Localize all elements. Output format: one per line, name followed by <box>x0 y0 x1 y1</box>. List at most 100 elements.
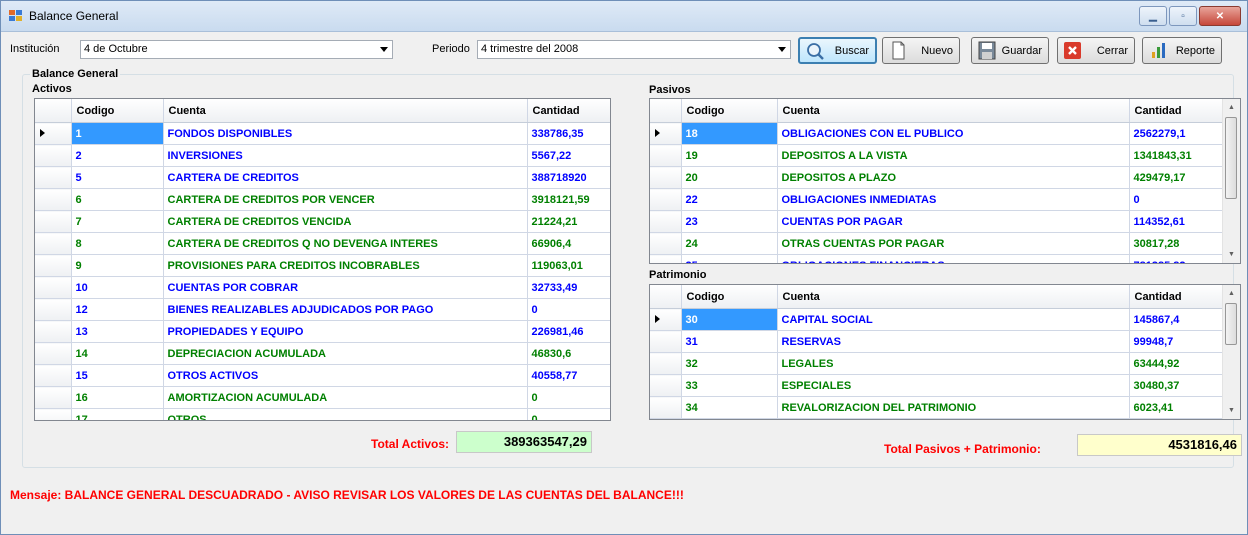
table-row[interactable]: 20 DEPOSITOS A PLAZO 429479,17 <box>650 166 1224 189</box>
cuenta-cell[interactable]: OTRAS CUENTAS POR PAGAR <box>777 232 1130 255</box>
row-header[interactable] <box>35 386 72 409</box>
codigo-cell[interactable]: 8 <box>71 232 164 255</box>
cuenta-cell[interactable]: BIENES REALIZABLES ADJUDICADOS POR PAGO <box>163 298 528 321</box>
row-header[interactable] <box>35 232 72 255</box>
cuenta-cell[interactable]: FONDOS DISPONIBLES <box>163 122 528 145</box>
column-header[interactable]: Cantidad <box>527 99 610 123</box>
cantidad-cell[interactable]: 66906,4 <box>527 232 610 255</box>
row-header[interactable] <box>35 122 72 145</box>
table-row[interactable]: 16 AMORTIZACION ACUMULADA 0 <box>35 386 610 409</box>
cuenta-cell[interactable]: CUENTAS POR PAGAR <box>777 210 1130 233</box>
patrimonio-grid[interactable]: Codigo Cuenta Cantidad 30 CAPITAL SOCIAL 1… <box>649 284 1241 420</box>
codigo-cell[interactable]: 19 <box>681 144 778 167</box>
codigo-cell[interactable]: 34 <box>681 396 778 419</box>
column-header[interactable]: Codigo <box>681 99 778 123</box>
nuevo-button[interactable]: Nuevo <box>882 37 960 64</box>
scroll-up-icon[interactable]: ▲ <box>1223 99 1240 116</box>
buscar-button[interactable]: Buscar <box>798 37 877 64</box>
table-row[interactable]: 19 DEPOSITOS A LA VISTA 1341843,31 <box>650 144 1224 167</box>
row-header[interactable] <box>650 166 682 189</box>
codigo-cell[interactable]: 18 <box>681 122 778 145</box>
table-row[interactable]: 15 OTROS ACTIVOS 40558,77 <box>35 364 610 387</box>
cuenta-cell[interactable]: LEGALES <box>777 352 1130 375</box>
codigo-cell[interactable]: 2 <box>71 144 164 167</box>
cantidad-cell[interactable]: 0 <box>527 386 610 409</box>
table-row[interactable]: 7 CARTERA DE CREDITOS VENCIDA 21224,21 <box>35 210 610 233</box>
cantidad-cell[interactable]: 388718920 <box>527 166 610 189</box>
cuenta-cell[interactable]: PROVISIONES PARA CREDITOS INCOBRABLES <box>163 254 528 277</box>
cantidad-cell[interactable]: 5567,22 <box>527 144 610 167</box>
cantidad-cell[interactable]: 30817,28 <box>1129 232 1224 255</box>
pasivos-grid[interactable]: Codigo Cuenta Cantidad 18 OBLIGACIONES CO… <box>649 98 1241 264</box>
minimize-button[interactable]: ▁ <box>1139 6 1167 26</box>
column-header[interactable]: Cuenta <box>777 99 1130 123</box>
row-header[interactable] <box>35 364 72 387</box>
cuenta-cell[interactable]: DEPOSITOS A PLAZO <box>777 166 1130 189</box>
periodo-combo[interactable]: 4 trimestre del 2008 <box>477 40 791 59</box>
codigo-cell[interactable]: 25 <box>681 254 778 263</box>
cantidad-cell[interactable]: 145867,4 <box>1129 308 1224 331</box>
cantidad-cell[interactable]: 40558,77 <box>527 364 610 387</box>
row-header[interactable] <box>35 188 72 211</box>
table-row[interactable]: 35OTROS APORTES PATRIMONIALES580332,27 <box>650 418 1224 419</box>
total-pasivos-field[interactable]: 4531816,46 <box>1077 434 1242 456</box>
row-header[interactable] <box>35 342 72 365</box>
row-header[interactable] <box>650 122 682 145</box>
cuenta-cell[interactable]: DEPOSITOS A LA VISTA <box>777 144 1130 167</box>
row-header[interactable] <box>35 276 72 299</box>
table-row[interactable]: 1 FONDOS DISPONIBLES 338786,35 <box>35 122 610 145</box>
row-header[interactable] <box>35 144 72 167</box>
row-header[interactable] <box>650 308 682 331</box>
codigo-cell[interactable]: 10 <box>71 276 164 299</box>
cantidad-cell[interactable]: 32733,49 <box>527 276 610 299</box>
table-row[interactable]: 34 REVALORIZACION DEL PATRIMONIO 6023,41 <box>650 396 1224 419</box>
row-header[interactable] <box>650 352 682 375</box>
table-row[interactable]: 22 OBLIGACIONES INMEDIATAS 0 <box>650 188 1224 211</box>
cuenta-cell[interactable]: INVERSIONES <box>163 144 528 167</box>
close-window-button[interactable]: ✕ <box>1199 6 1241 26</box>
codigo-cell[interactable]: 13 <box>71 320 164 343</box>
cantidad-cell[interactable]: 63444,92 <box>1129 352 1224 375</box>
row-header[interactable] <box>35 210 72 233</box>
cantidad-cell[interactable]: 0 <box>527 298 610 321</box>
table-row[interactable]: 25OBLIGACIONES FINANCIERAS781385,82 <box>650 254 1224 263</box>
cuenta-cell[interactable]: CARTERA DE CREDITOS <box>163 166 528 189</box>
cuenta-cell[interactable]: CAPITAL SOCIAL <box>777 308 1130 331</box>
cantidad-cell[interactable]: 580332,27 <box>1129 418 1224 419</box>
codigo-cell[interactable]: 22 <box>681 188 778 211</box>
maximize-button[interactable]: ▫ <box>1169 6 1197 26</box>
codigo-cell[interactable]: 17 <box>71 408 164 420</box>
codigo-cell[interactable]: 1 <box>71 122 164 145</box>
row-header[interactable] <box>650 210 682 233</box>
codigo-cell[interactable]: 20 <box>681 166 778 189</box>
row-header[interactable] <box>650 330 682 353</box>
table-row[interactable]: 24 OTRAS CUENTAS POR PAGAR 30817,28 <box>650 232 1224 255</box>
table-row[interactable]: 8 CARTERA DE CREDITOS Q NO DEVENGA INTERE… <box>35 232 610 255</box>
cantidad-cell[interactable]: 0 <box>1129 188 1224 211</box>
row-header[interactable] <box>35 298 72 321</box>
row-header[interactable] <box>650 418 682 419</box>
total-activos-field[interactable]: 389363547,29 <box>456 431 592 453</box>
cantidad-cell[interactable]: 338786,35 <box>527 122 610 145</box>
cuenta-cell[interactable]: CARTERA DE CREDITOS Q NO DEVENGA INTERES <box>163 232 528 255</box>
codigo-cell[interactable]: 31 <box>681 330 778 353</box>
cantidad-cell[interactable]: 1341843,31 <box>1129 144 1224 167</box>
activos-grid[interactable]: Codigo Cuenta Cantidad 1 FONDOS DISPONIBL… <box>34 98 611 421</box>
cantidad-cell[interactable]: 226981,46 <box>527 320 610 343</box>
cuenta-cell[interactable]: CUENTAS POR COBRAR <box>163 276 528 299</box>
column-header[interactable]: Codigo <box>681 285 778 309</box>
table-row[interactable]: 12 BIENES REALIZABLES ADJUDICADOS POR PAG… <box>35 298 610 321</box>
table-row[interactable]: 2 INVERSIONES 5567,22 <box>35 144 610 167</box>
cantidad-cell[interactable]: 119063,01 <box>527 254 610 277</box>
table-row[interactable]: 23 CUENTAS POR PAGAR 114352,61 <box>650 210 1224 233</box>
table-row[interactable]: 31 RESERVAS 99948,7 <box>650 330 1224 353</box>
row-header[interactable] <box>650 254 682 263</box>
table-row[interactable]: 6 CARTERA DE CREDITOS POR VENCER 3918121,5… <box>35 188 610 211</box>
table-row[interactable]: 33 ESPECIALES 30480,37 <box>650 374 1224 397</box>
column-header[interactable]: Cantidad <box>1129 99 1224 123</box>
codigo-cell[interactable]: 30 <box>681 308 778 331</box>
codigo-cell[interactable]: 33 <box>681 374 778 397</box>
cantidad-cell[interactable]: 46830,6 <box>527 342 610 365</box>
row-header[interactable] <box>650 144 682 167</box>
scroll-up-icon[interactable]: ▲ <box>1223 285 1240 302</box>
